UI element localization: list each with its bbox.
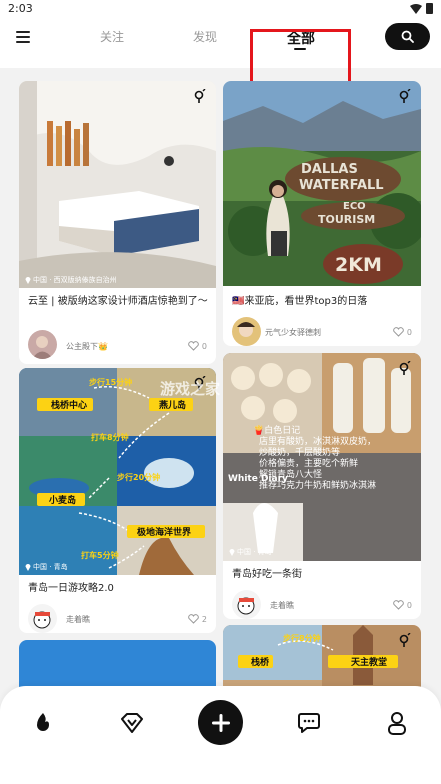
note-card-food-street[interactable]: White Diary 🍟白色日记 店里有酸奶，冰淇淋双皮奶， 炒酸奶，千层酸奶… bbox=[223, 353, 421, 619]
like-count: 2 bbox=[201, 614, 207, 624]
heart-icon bbox=[393, 327, 404, 337]
fire-icon bbox=[37, 713, 49, 731]
like-button[interactable]: 0 bbox=[188, 341, 207, 351]
author-name[interactable]: 元气少女驿德刺 bbox=[265, 327, 321, 338]
location-tag: 中国 · 西双版纳傣族自治州 bbox=[25, 275, 117, 285]
like-count: 0 bbox=[406, 600, 412, 610]
location-text: 中国 · 青岛 bbox=[237, 548, 272, 556]
sign-line-1: DALLAS bbox=[301, 162, 358, 177]
avatar bbox=[232, 590, 261, 619]
map-label-walk20: 步行20分钟 bbox=[117, 472, 160, 482]
sign-line-5: 2KM bbox=[335, 254, 382, 276]
map-label-polar: 极地海洋世界 bbox=[137, 526, 191, 538]
author-name[interactable]: 走着瞧 bbox=[270, 600, 294, 611]
pin-icon bbox=[399, 361, 411, 375]
map-label-zhanqiao: 栈桥中心 bbox=[51, 399, 87, 411]
card-title: 云至 | 被版纳这家设计师酒店惊艳到了～ bbox=[28, 296, 208, 307]
location-pin-icon bbox=[229, 549, 235, 556]
search-icon bbox=[401, 30, 414, 43]
tab-follow[interactable]: 关注 bbox=[100, 28, 124, 45]
location-text: 中国 · 西双版纳傣族自治州 bbox=[33, 276, 117, 284]
card-title: 青岛一日游攻略2.0 bbox=[28, 583, 114, 594]
status-time: 2:03 bbox=[8, 2, 33, 15]
note-card-kinabalu[interactable]: DALLAS WATERFALL ECO TOURISM 2KM 🇲🇾来亚庇，看… bbox=[223, 81, 421, 346]
author-name[interactable]: 公主殿下👑 bbox=[66, 341, 108, 352]
location-pin-icon bbox=[25, 564, 31, 571]
tab-discover[interactable]: 发现 bbox=[193, 28, 217, 45]
search-button[interactable] bbox=[385, 23, 430, 50]
location-tag: 中国 · 青岛 bbox=[25, 562, 68, 572]
note-card-qingdao-guide[interactable]: 步行15分钟 栈桥中心 燕儿岛 打车8分钟 步行20分钟 小麦岛 极地海洋世界 … bbox=[19, 368, 216, 633]
message-icon bbox=[298, 713, 320, 733]
add-button[interactable] bbox=[198, 700, 243, 745]
pin-icon bbox=[399, 89, 411, 103]
status-bar: 2:03 bbox=[0, 0, 441, 18]
menu-icon[interactable] bbox=[16, 31, 30, 43]
heart-icon bbox=[188, 614, 199, 624]
author-name[interactable]: 走着瞧 bbox=[66, 614, 90, 625]
sign-line-2: WATERFALL bbox=[299, 178, 384, 193]
heart-icon bbox=[393, 600, 404, 610]
card-image bbox=[19, 81, 216, 288]
like-button[interactable]: 2 bbox=[188, 614, 207, 624]
sign-line-3: ECO bbox=[343, 201, 366, 212]
wifi-icon bbox=[410, 3, 422, 14]
like-button[interactable]: 0 bbox=[393, 327, 412, 337]
map-label-yaner: 燕儿岛 bbox=[159, 399, 186, 411]
like-button[interactable]: 0 bbox=[393, 600, 412, 610]
card-image: 步行15分钟 栈桥中心 燕儿岛 打车8分钟 步行20分钟 小麦岛 极地海洋世界 … bbox=[19, 368, 216, 575]
card-title: 🇲🇾来亚庇，看世界top3的日落 bbox=[232, 296, 368, 307]
map-label-walk8: 步行8分钟 bbox=[283, 633, 321, 643]
status-icons bbox=[410, 3, 433, 14]
add-icon bbox=[211, 713, 230, 732]
map-label-walk15: 步行15分钟 bbox=[89, 377, 132, 387]
diamond-icon bbox=[121, 713, 143, 733]
map-label-taxi8: 打车8分钟 bbox=[91, 432, 129, 442]
tab-discover-bottom[interactable] bbox=[116, 707, 148, 739]
watermark-text: 游戏之家 bbox=[160, 380, 221, 398]
map-label-zhanqiao: 栈桥 bbox=[251, 656, 270, 668]
overlay-line-6: 推荐巧克力牛奶和鲜奶冰淇淋 bbox=[259, 481, 377, 491]
tab-messages[interactable] bbox=[293, 707, 325, 739]
tab-profile[interactable] bbox=[381, 707, 413, 739]
watermark: 游戏之家 bbox=[160, 378, 220, 399]
pin-icon bbox=[194, 89, 206, 103]
avatar bbox=[232, 317, 261, 346]
pin-icon bbox=[399, 633, 411, 647]
tab-hot[interactable] bbox=[27, 707, 59, 739]
map-label-xiaomai: 小麦岛 bbox=[48, 494, 76, 506]
location-tag: 中国 · 青岛 bbox=[229, 547, 272, 557]
avatar bbox=[28, 604, 57, 633]
location-text: 中国 · 青岛 bbox=[33, 563, 68, 571]
card-image: DALLAS WATERFALL ECO TOURISM 2KM bbox=[223, 81, 421, 286]
location-pin-icon bbox=[25, 277, 31, 284]
sign-line-4: TOURISM bbox=[318, 213, 375, 226]
avatar bbox=[28, 330, 57, 359]
top-nav: 关注 发现 全部 bbox=[0, 18, 441, 91]
like-count: 0 bbox=[406, 327, 412, 337]
heart-icon bbox=[188, 341, 199, 351]
battery-icon bbox=[426, 3, 433, 14]
bottom-tab-bar bbox=[0, 686, 441, 784]
feed: 中国 · 西双版纳傣族自治州 云至 | 被版纳这家设计师酒店惊艳到了～ 公主殿下… bbox=[0, 68, 441, 784]
profile-icon bbox=[388, 712, 406, 735]
note-card-hotel[interactable]: 中国 · 西双版纳傣族自治州 云至 | 被版纳这家设计师酒店惊艳到了～ 公主殿下… bbox=[19, 81, 216, 364]
like-count: 0 bbox=[201, 341, 207, 351]
card-title: 青岛好吃一条街 bbox=[232, 569, 302, 580]
map-label-taxi5: 打车5分钟 bbox=[81, 550, 119, 560]
map-label-church: 天主教堂 bbox=[351, 656, 387, 668]
